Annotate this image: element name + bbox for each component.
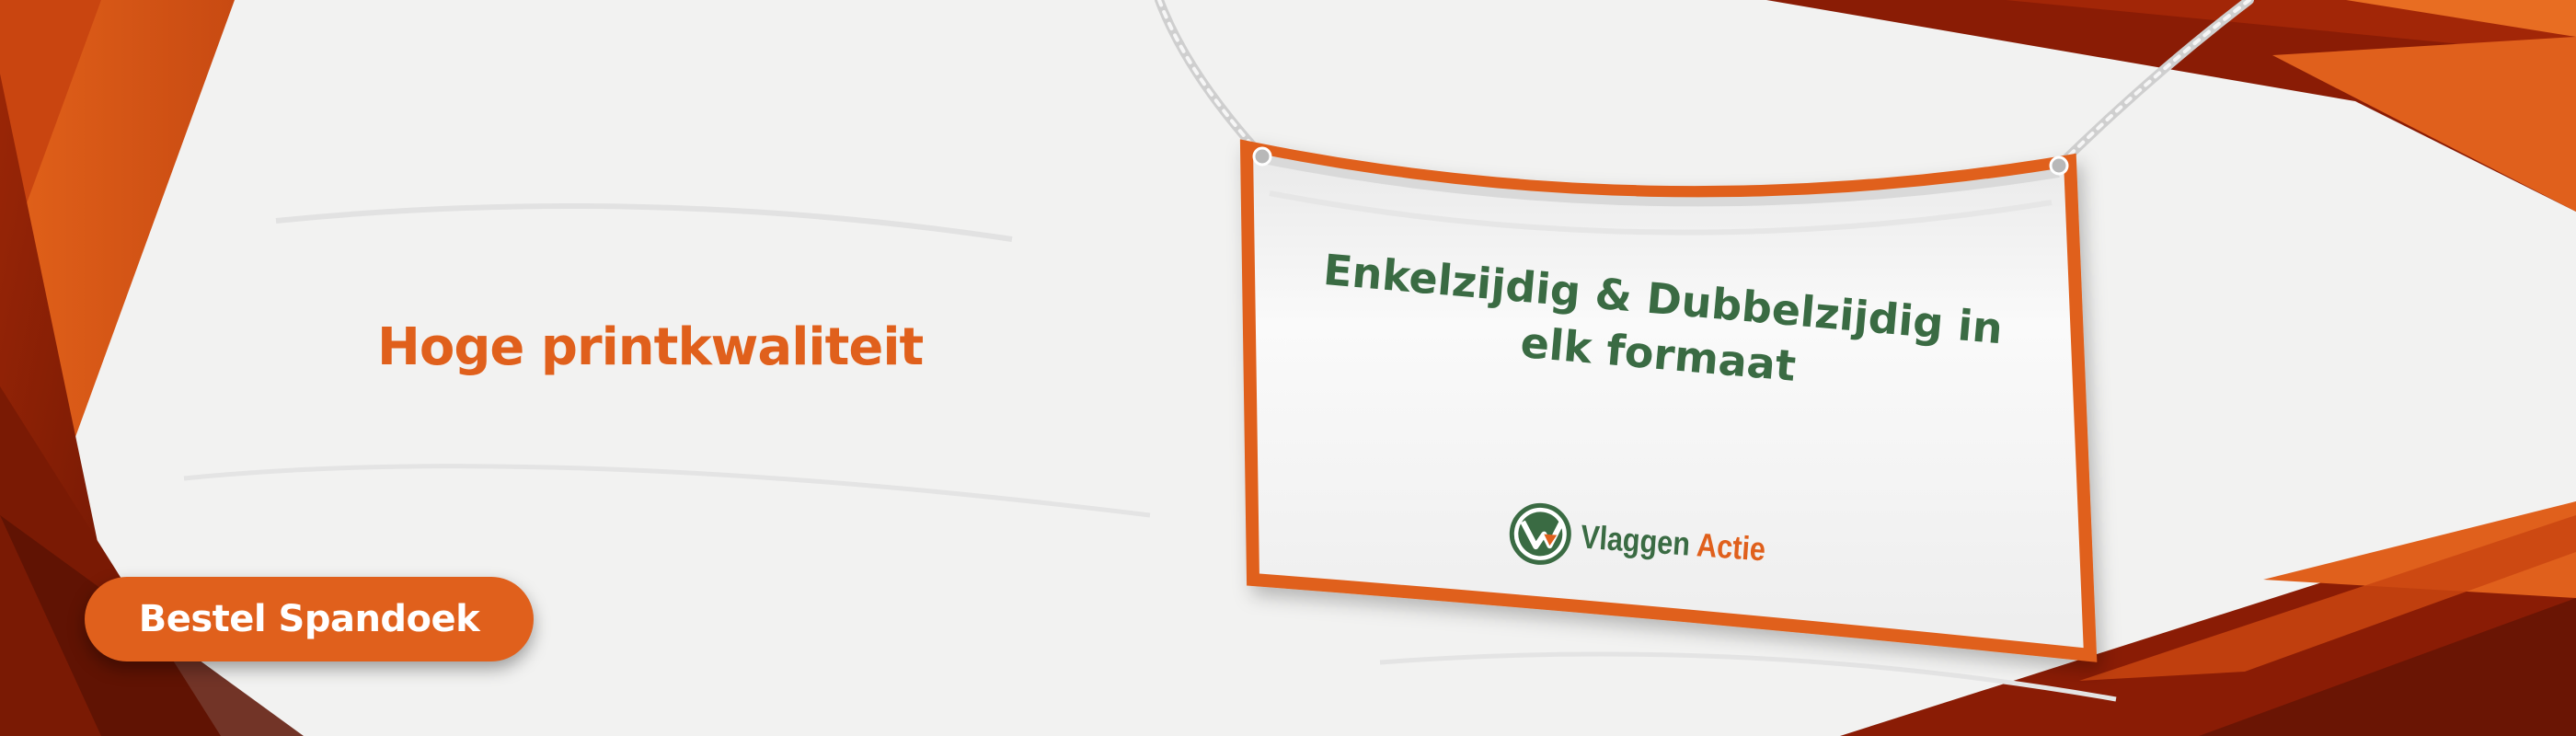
order-banner-button[interactable]: Bestel Spandoek (85, 577, 534, 661)
headline: Hoge printkwaliteit (377, 317, 924, 377)
brand-name-part-1: Vlaggen (1579, 517, 1692, 563)
brand-name-part-2: Actie (1695, 525, 1767, 569)
promo-banner: Hoge printkwaliteit Bestel Spandoek Enke… (0, 0, 2576, 736)
vlaggen-actie-logo-icon (1509, 502, 1571, 565)
brand-name: Vlaggen Actie (1580, 518, 1767, 569)
